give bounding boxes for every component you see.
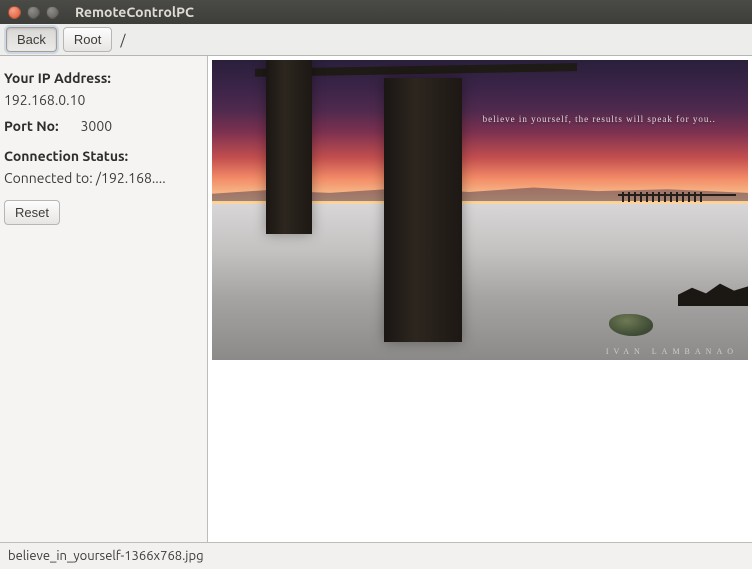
root-button[interactable]: Root <box>63 27 112 52</box>
connection-status-value: Connected to: /192.168.... <box>4 168 201 196</box>
window-controls <box>0 6 67 19</box>
content: Your IP Address: 192.168.0.10 Port No: 3… <box>0 56 752 542</box>
port-row: Port No: 3000 <box>4 118 201 144</box>
image-column-left <box>266 60 312 234</box>
window-title: RemoteControlPC <box>67 4 194 20</box>
statusbar: believe_in_yourself-1366x768.jpg <box>0 542 752 569</box>
connection-status-label: Connection Status: <box>4 144 201 168</box>
toolbar: Back Root / <box>0 24 752 56</box>
port-label: Port No: <box>4 118 59 134</box>
image-preview[interactable]: believe in yourself, the results will sp… <box>212 60 748 360</box>
sidebar: Your IP Address: 192.168.0.10 Port No: 3… <box>0 56 208 542</box>
maximize-window-button[interactable] <box>46 6 59 19</box>
close-window-button[interactable] <box>8 6 21 19</box>
image-signature: IVAN LAMBANAO <box>606 347 738 356</box>
image-column-main <box>384 78 462 342</box>
port-value: 3000 <box>81 118 113 134</box>
minimize-window-button[interactable] <box>27 6 40 19</box>
ip-value: 192.168.0.10 <box>4 90 201 118</box>
ip-label: Your IP Address: <box>4 66 201 90</box>
reset-button[interactable]: Reset <box>4 200 60 225</box>
back-button[interactable]: Back <box>6 27 57 52</box>
titlebar: RemoteControlPC <box>0 0 752 24</box>
status-filename: believe_in_yourself-1366x768.jpg <box>8 549 204 563</box>
path-label: / <box>118 32 125 48</box>
image-pier <box>622 192 732 202</box>
image-quote: believe in yourself, the results will sp… <box>483 114 716 124</box>
main-panel: believe in yourself, the results will sp… <box>208 56 752 542</box>
